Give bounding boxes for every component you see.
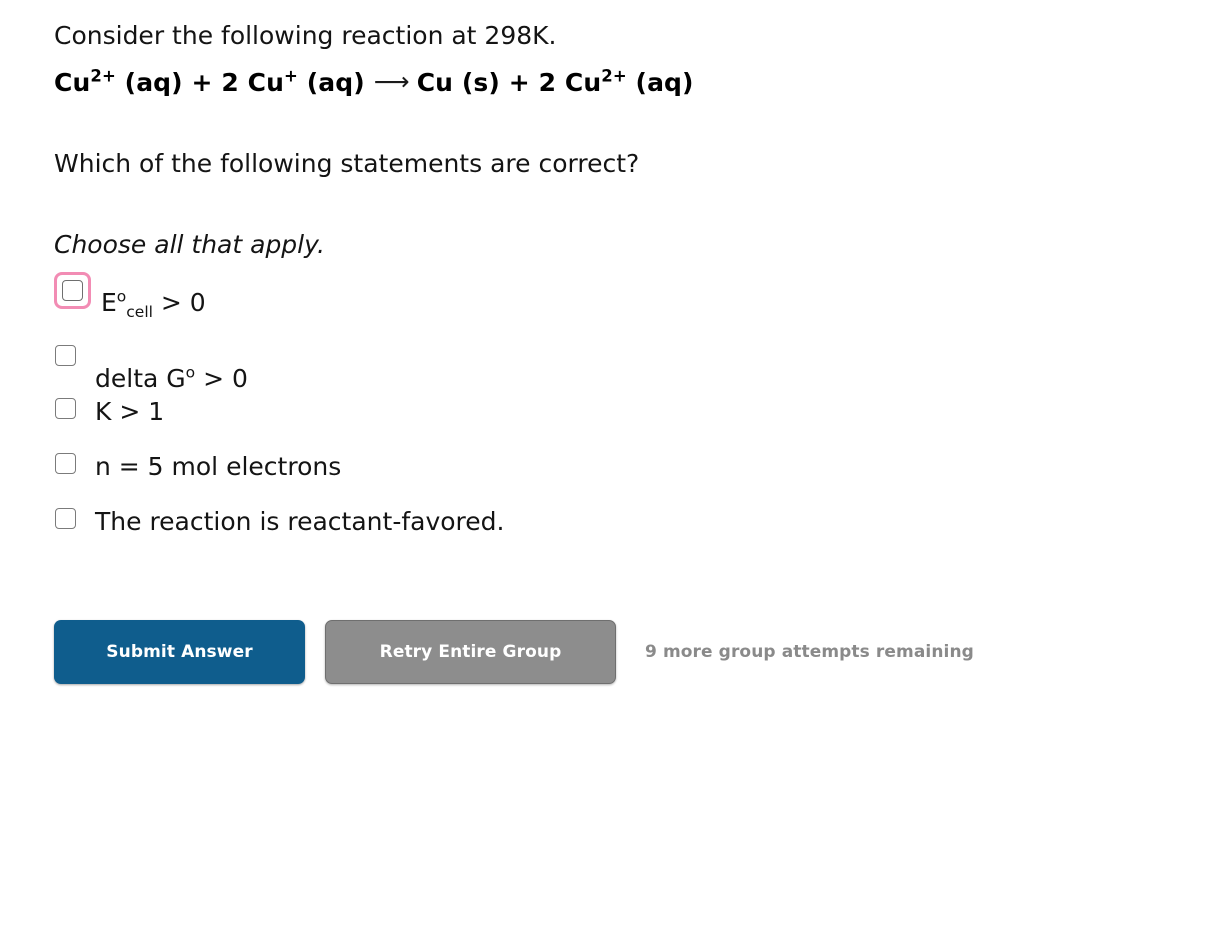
option-row[interactable]: K > 1 (54, 395, 954, 450)
option-label: Eocell > 0 (101, 287, 206, 320)
reaction-equation: Cu2+ (aq) + 2 Cu+ (aq) ⟶ Cu (s) + 2 Cu2+ (… (54, 66, 694, 97)
option-label-tail: > 0 (195, 364, 248, 393)
question-text: Which of the following statements are co… (54, 149, 640, 178)
option-row[interactable]: Eocell > 0 (54, 272, 954, 340)
option-row[interactable]: The reaction is reactant-favored. (54, 505, 954, 560)
checkbox-focus-ring (54, 272, 91, 309)
option-label-main: The reaction is reactant-favored. (95, 507, 505, 536)
option-label-subscript: cell (126, 303, 153, 321)
retry-entire-group-button[interactable]: Retry Entire Group (325, 620, 616, 684)
option-label-main: delta G (95, 364, 186, 393)
submit-answer-button[interactable]: Submit Answer (54, 620, 305, 684)
option-label: delta Go > 0 (95, 363, 248, 393)
option-row[interactable]: delta Go > 0 (54, 340, 954, 395)
checkbox-wrapper (55, 398, 101, 419)
option-label-main: n = 5 mol electrons (95, 452, 342, 481)
equation-reactant-2: Cu (247, 68, 285, 97)
question-page: Consider the following reaction at 298K.… (54, 0, 1232, 946)
option-label: The reaction is reactant-favored. (95, 509, 504, 534)
equation-reactant-1-charge: 2+ (90, 66, 116, 86)
option-checkbox-n-electrons[interactable] (55, 453, 76, 474)
prompt-intro-text: Consider the following reaction at 298K. (54, 21, 557, 50)
option-row[interactable]: n = 5 mol electrons (54, 450, 954, 505)
option-label-tail: > 0 (152, 288, 206, 317)
checkbox-wrapper (54, 272, 108, 309)
option-checkbox-e-cell[interactable] (62, 280, 83, 301)
equation-reactant-2-state: (aq) (297, 68, 365, 97)
equation-product-2: Cu (564, 68, 602, 97)
option-label-main: K > 1 (95, 397, 165, 426)
checkbox-wrapper (55, 508, 101, 529)
option-checkbox-k[interactable] (55, 398, 76, 419)
checkbox-wrapper (55, 453, 101, 474)
option-label: n = 5 mol electrons (95, 454, 341, 479)
equation-reactant-1: Cu (54, 68, 91, 97)
equation-product-2-charge: 2+ (601, 66, 627, 86)
equation-reactant-1-state: (aq) + 2 (115, 68, 248, 97)
option-label-superscript: o (116, 287, 127, 306)
answer-options-list: Eocell > 0 delta Go > 0 K > 1 n = 5 mol … (54, 272, 954, 560)
choose-all-instruction: Choose all that apply. (54, 230, 325, 259)
reaction-arrow-icon: ⟶ (373, 67, 410, 96)
checkbox-wrapper (55, 345, 101, 366)
option-checkbox-delta-g[interactable] (55, 345, 76, 366)
action-bar: Submit Answer Retry Entire Group 9 more … (48, 620, 974, 684)
option-checkbox-reactant-favored[interactable] (55, 508, 76, 529)
option-label: K > 1 (95, 399, 164, 424)
equation-reactant-2-charge: + (284, 66, 298, 86)
equation-product-1: Cu (s) + 2 (416, 68, 565, 97)
option-label-superscript: o (185, 363, 196, 382)
attempts-remaining-text: 9 more group attempts remaining (645, 642, 974, 662)
equation-product-2-state: (aq) (626, 68, 694, 97)
